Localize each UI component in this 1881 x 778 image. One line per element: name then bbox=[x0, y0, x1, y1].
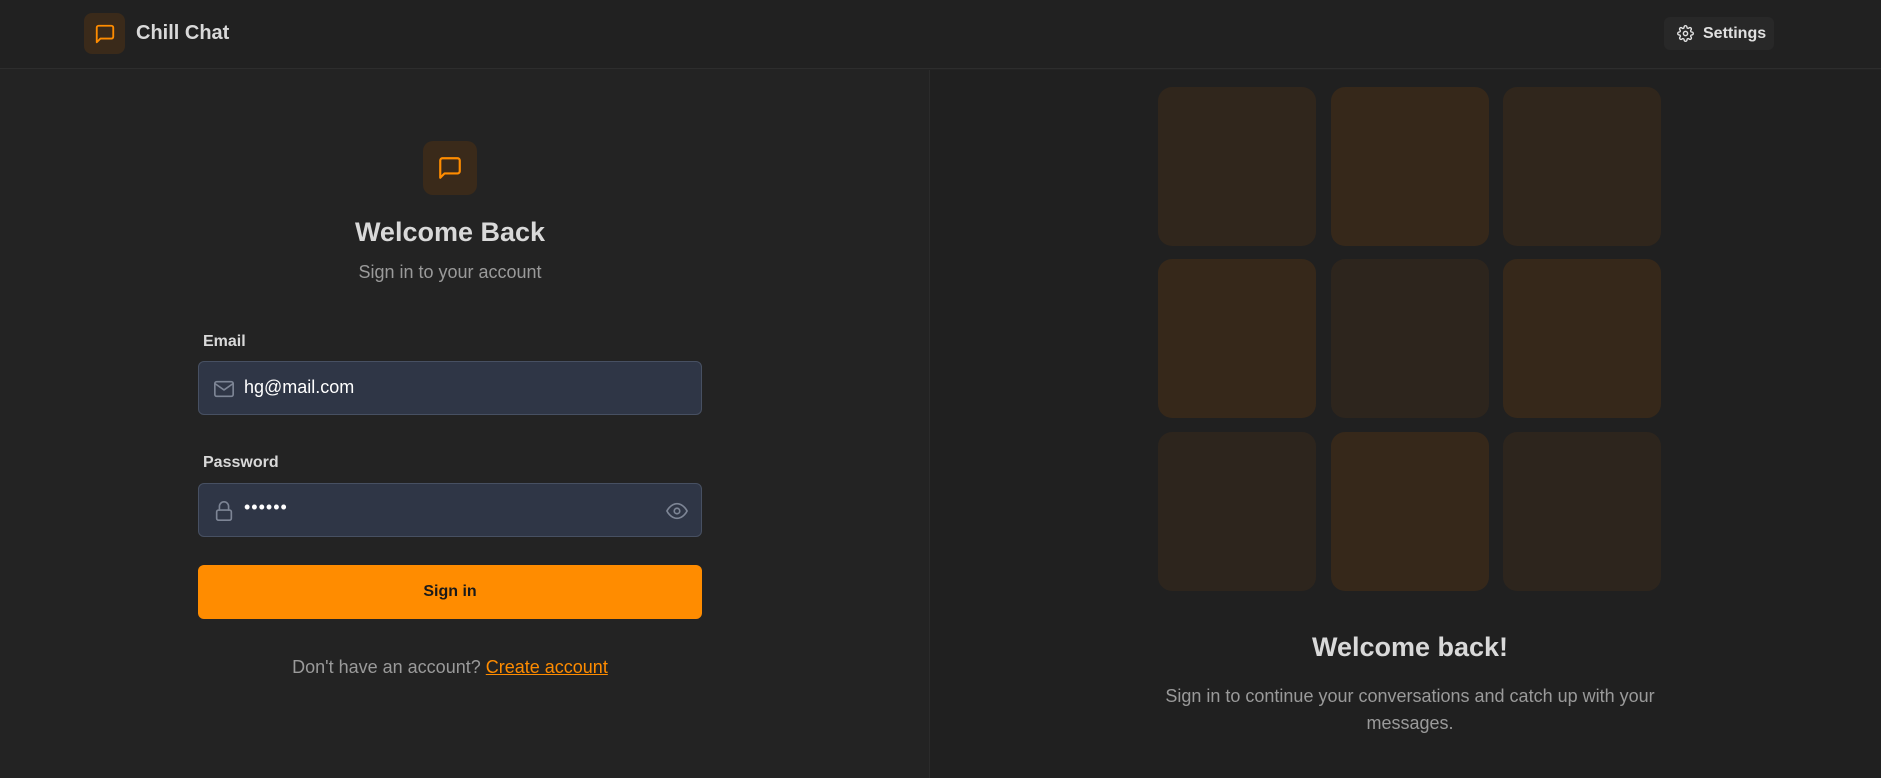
grid-tile bbox=[1158, 432, 1316, 591]
email-field[interactable]: hg@mail.com bbox=[198, 361, 702, 415]
grid-tile bbox=[1158, 87, 1316, 246]
promo-title: Welcome back! bbox=[1311, 632, 1509, 662]
promo-subtitle: Sign in to continue your conversations a… bbox=[1165, 686, 1655, 733]
settings-label: Settings bbox=[1703, 24, 1767, 42]
grid-tile bbox=[1331, 87, 1489, 246]
create-account-link[interactable]: Create account bbox=[486, 657, 608, 677]
sign-in-button[interactable]: Sign in bbox=[198, 565, 702, 619]
grid-tile bbox=[1503, 259, 1661, 418]
settings-button[interactable]: Settings bbox=[1664, 17, 1774, 50]
chat-icon bbox=[439, 157, 461, 179]
grid-tile bbox=[1331, 259, 1489, 418]
chat-icon bbox=[95, 24, 114, 43]
login-title: Welcome Back bbox=[354, 217, 546, 247]
footer-text: Don't have an account? bbox=[292, 657, 481, 677]
email-label: Email bbox=[203, 333, 246, 350]
lock-icon bbox=[213, 500, 235, 522]
grid-tile bbox=[1503, 87, 1661, 246]
create-account-prompt: Don't have an account? Create account bbox=[0, 657, 900, 678]
grid-tile bbox=[1503, 432, 1661, 591]
gear-icon bbox=[1677, 25, 1694, 42]
email-value: hg@mail.com bbox=[244, 377, 355, 397]
password-label: Password bbox=[203, 454, 279, 471]
eye-icon[interactable] bbox=[666, 500, 688, 522]
password-field[interactable]: •••••• bbox=[198, 483, 702, 537]
app-header: Chill Chat Settings bbox=[0, 0, 1881, 69]
grid-tile bbox=[1331, 432, 1489, 591]
grid-tile bbox=[1158, 259, 1316, 418]
app-logo bbox=[84, 13, 125, 54]
mail-icon bbox=[213, 378, 235, 400]
form-logo bbox=[423, 141, 477, 195]
password-value: •••••• bbox=[244, 497, 288, 517]
login-subtitle: Sign in to your account bbox=[358, 262, 542, 282]
app-title: Chill Chat bbox=[136, 22, 230, 44]
